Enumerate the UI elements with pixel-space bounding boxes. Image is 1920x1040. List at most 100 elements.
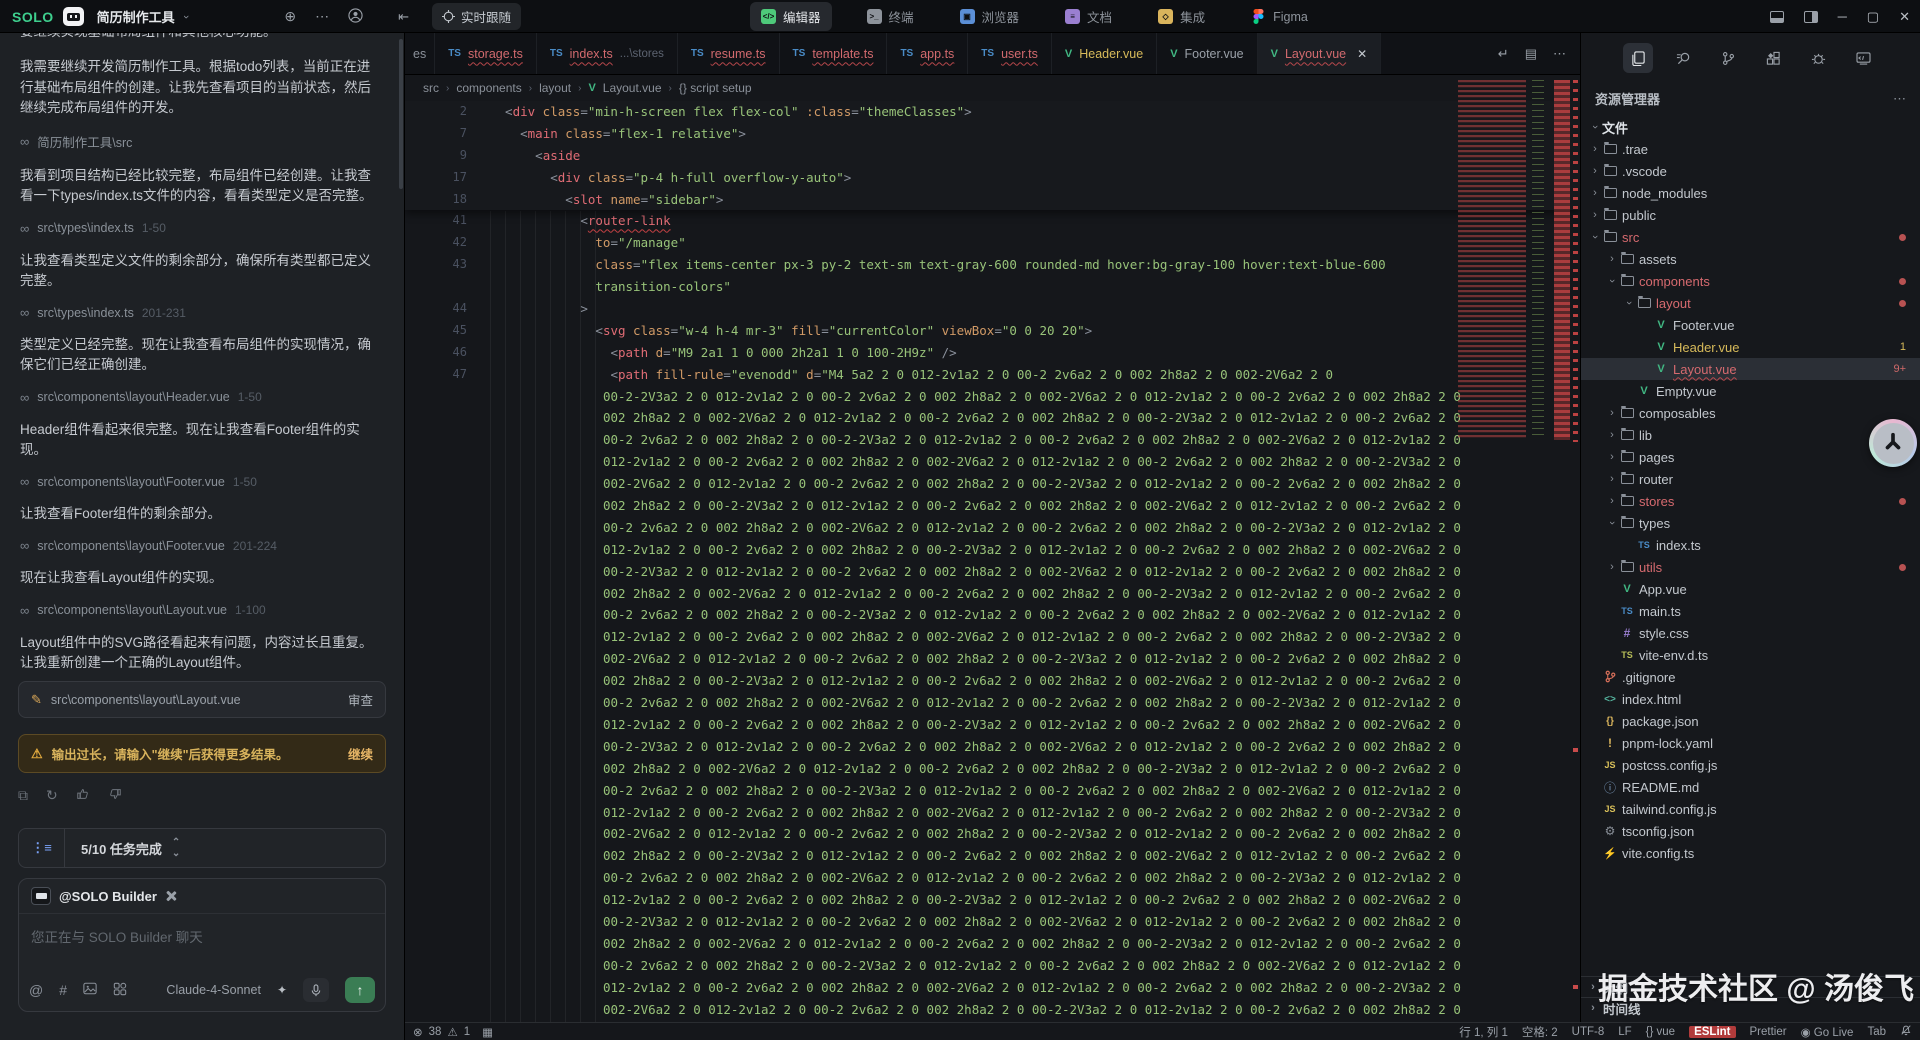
workspace-tab-文档[interactable]: ≡文档 bbox=[1054, 2, 1123, 31]
file-reference-link[interactable]: ∞src\components\layout\Footer.vue201-224 bbox=[20, 538, 378, 553]
workspace-tab-终端[interactable]: >_终端 bbox=[856, 2, 925, 31]
tree-item-App.vue[interactable]: VApp.vue bbox=[1581, 578, 1920, 600]
breadcrumb-item[interactable]: layout bbox=[539, 81, 571, 95]
editor-tab-index.ts[interactable]: TSindex.ts...\stores bbox=[537, 33, 678, 74]
status-item-eslint[interactable]: ESLint bbox=[1689, 1026, 1735, 1038]
search-icon[interactable] bbox=[1668, 43, 1698, 73]
tree-item-composables[interactable]: ›composables bbox=[1581, 402, 1920, 424]
chevron-right-icon[interactable]: › bbox=[1606, 407, 1618, 419]
tree-item-stores[interactable]: ›stores bbox=[1581, 490, 1920, 512]
regenerate-icon[interactable]: ↻ bbox=[46, 787, 58, 804]
tree-item-Header.vue[interactable]: VHeader.vue1 bbox=[1581, 336, 1920, 358]
tree-item-.trae[interactable]: ›.trae bbox=[1581, 138, 1920, 160]
editor-tab-user.ts[interactable]: TSuser.ts bbox=[968, 33, 1052, 74]
status-item-utf-8[interactable]: UTF-8 bbox=[1572, 1026, 1605, 1038]
tree-item-pnpm-lock.yaml[interactable]: !pnpm-lock.yaml bbox=[1581, 732, 1920, 754]
code-area[interactable]: 2<div class="min-h-screen flex flex-col"… bbox=[405, 101, 1580, 1022]
tree-item-utils[interactable]: ›utils bbox=[1581, 556, 1920, 578]
send-button[interactable]: ↑ bbox=[345, 977, 375, 1003]
editor-tab-Footer.vue[interactable]: VFooter.vue bbox=[1157, 33, 1257, 74]
workspace-tab-集成[interactable]: ◇集成 bbox=[1147, 2, 1216, 31]
mic-button[interactable] bbox=[303, 978, 329, 1002]
model-selector[interactable]: Claude-4-Sonnet bbox=[166, 983, 261, 997]
mcp-icon[interactable] bbox=[113, 982, 127, 999]
thumbs-down-icon[interactable] bbox=[108, 787, 122, 804]
more-actions-icon[interactable]: ⋯ bbox=[1553, 46, 1566, 62]
chat-input-box[interactable]: @SOLO Builder 您正在与 SOLO Builder 聊天 @ # C… bbox=[18, 878, 386, 1012]
chevron-down-icon[interactable]: › bbox=[1606, 517, 1618, 529]
breadcrumb[interactable]: src›components›layout›VLayout.vue›{} scr… bbox=[405, 75, 1580, 101]
explorer-more-icon[interactable]: ⋯ bbox=[1893, 91, 1906, 107]
continue-button[interactable]: 继续 bbox=[348, 744, 373, 763]
more-icon[interactable]: ⋯ bbox=[315, 8, 329, 25]
tree-item-types[interactable]: ›types bbox=[1581, 512, 1920, 534]
chat-scrollbar[interactable] bbox=[399, 39, 403, 189]
tree-item-Empty.vue[interactable]: VEmpty.vue bbox=[1581, 380, 1920, 402]
tree-item-.vscode[interactable]: ›.vscode bbox=[1581, 160, 1920, 182]
editor-tab-Header.vue[interactable]: VHeader.vue bbox=[1052, 33, 1157, 74]
breadcrumb-item[interactable]: src bbox=[423, 81, 439, 95]
status-item--2[interactable]: 空格: 2 bbox=[1522, 1024, 1558, 1040]
editor-tab-template.ts[interactable]: TStemplate.ts bbox=[780, 33, 888, 74]
review-button[interactable]: 审查 bbox=[348, 690, 373, 709]
tree-item-vite-env.d.ts[interactable]: TSvite-env.d.ts bbox=[1581, 644, 1920, 666]
chevron-down-icon[interactable]: › bbox=[1589, 231, 1601, 243]
tools-icon[interactable] bbox=[165, 890, 177, 902]
editor-tab-partial[interactable]: es bbox=[405, 33, 435, 74]
tree-item-Layout.vue[interactable]: VLayout.vue9+ bbox=[1581, 358, 1920, 380]
task-progress-bar[interactable]: ⋮≡ 5/10 任务完成 ⌃⌄ bbox=[18, 828, 386, 868]
chevron-right-icon[interactable]: › bbox=[1589, 187, 1601, 199]
chevron-right-icon[interactable]: › bbox=[1589, 143, 1601, 155]
image-icon[interactable] bbox=[83, 982, 97, 998]
status-item-lf[interactable]: LF bbox=[1618, 1026, 1631, 1038]
extensions-icon[interactable] bbox=[1758, 43, 1788, 73]
tree-item-router[interactable]: ›router bbox=[1581, 468, 1920, 490]
tree-item-文件[interactable]: ›文件 bbox=[1581, 116, 1920, 138]
tree-item-public[interactable]: ›public bbox=[1581, 204, 1920, 226]
chevron-right-icon[interactable]: › bbox=[1589, 165, 1601, 177]
tree-item-README.md[interactable]: ⓘREADME.md bbox=[1581, 776, 1920, 798]
trae-assistant-bubble[interactable] bbox=[1869, 419, 1917, 467]
project-name[interactable]: 简历制作工具 bbox=[97, 7, 175, 26]
tree-item-node_modules[interactable]: ›node_modules bbox=[1581, 182, 1920, 204]
tree-item-assets[interactable]: ›assets bbox=[1581, 248, 1920, 270]
tree-item-tsconfig.json[interactable]: ⚙tsconfig.json bbox=[1581, 820, 1920, 842]
chevron-right-icon[interactable]: › bbox=[1606, 451, 1618, 463]
file-reference-link[interactable]: ∞简历制作工具\src bbox=[20, 132, 378, 151]
chevron-down-icon[interactable]: › bbox=[1606, 275, 1618, 287]
status-item-prettier[interactable]: Prettier bbox=[1750, 1026, 1787, 1038]
editor-tab-app.ts[interactable]: TSapp.ts bbox=[887, 33, 968, 74]
file-reference-link[interactable]: ∞src\components\layout\Footer.vue1-50 bbox=[20, 474, 378, 489]
copy-icon[interactable]: ⧉ bbox=[18, 787, 28, 804]
toggle-bottom-panel-icon[interactable] bbox=[1770, 11, 1784, 23]
account-icon[interactable] bbox=[348, 8, 363, 26]
editor-tab-resume.ts[interactable]: TSresume.ts bbox=[678, 33, 780, 74]
tree-item-src[interactable]: ›src bbox=[1581, 226, 1920, 248]
new-session-icon[interactable]: ⊕ bbox=[284, 8, 296, 25]
realtime-follow-button[interactable]: 实时跟随 bbox=[432, 3, 521, 30]
open-preview-icon[interactable]: ▤ bbox=[1525, 46, 1537, 62]
collapse-left-icon[interactable]: ⇤ bbox=[398, 9, 409, 25]
tree-item-style.css[interactable]: #style.css bbox=[1581, 622, 1920, 644]
file-reference-link[interactable]: ∞src\types\index.ts201-231 bbox=[20, 305, 378, 320]
tree-item-tailwind.config.js[interactable]: JStailwind.config.js bbox=[1581, 798, 1920, 820]
tree-item-index.html[interactable]: <>index.html bbox=[1581, 688, 1920, 710]
agent-name[interactable]: @SOLO Builder bbox=[59, 889, 157, 904]
remote-window-icon[interactable] bbox=[1848, 43, 1878, 73]
workspace-tab-编辑器[interactable]: </>编辑器 bbox=[750, 2, 832, 31]
breadcrumb-symbol[interactable]: {} script setup bbox=[679, 81, 752, 95]
toggle-right-panel-icon[interactable] bbox=[1804, 11, 1818, 23]
editor-tab-Layout.vue[interactable]: VLayout.vue✕ bbox=[1258, 33, 1382, 74]
problems-summary[interactable]: ⊗ 38 ⚠ 1 ▦ bbox=[413, 1025, 493, 1039]
chevron-right-icon[interactable]: › bbox=[1606, 561, 1618, 573]
tree-item-Footer.vue[interactable]: VFooter.vue bbox=[1581, 314, 1920, 336]
files-icon[interactable] bbox=[1623, 43, 1653, 73]
status-item--1-1[interactable]: 行 1, 列 1 bbox=[1459, 1024, 1508, 1040]
tree-item-vite.config.ts[interactable]: ⚡vite.config.ts bbox=[1581, 842, 1920, 864]
breadcrumb-item[interactable]: components bbox=[456, 81, 521, 95]
chevron-down-icon[interactable]: › bbox=[180, 15, 192, 19]
status-item--vue[interactable]: {} vue bbox=[1646, 1026, 1675, 1038]
maximize-button[interactable]: ▢ bbox=[1867, 9, 1879, 25]
expand-tasks-icon[interactable]: ⌃⌄ bbox=[172, 837, 180, 859]
chevron-right-icon[interactable]: › bbox=[1606, 429, 1618, 441]
